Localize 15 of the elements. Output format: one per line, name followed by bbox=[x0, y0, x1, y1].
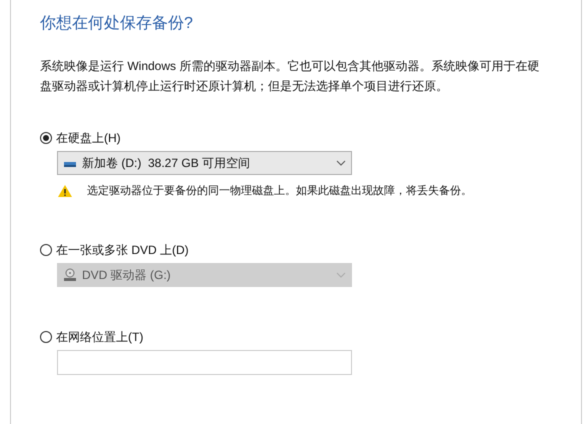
network-path-field[interactable] bbox=[57, 350, 352, 374]
radio-button[interactable] bbox=[40, 330, 52, 342]
chevron-down-icon bbox=[336, 272, 346, 278]
page-title: 你想在何处保存备份? bbox=[40, 14, 194, 34]
dropdown-value: 新加卷 (D:) 38.27 GB 可用空间 bbox=[82, 155, 252, 172]
warning-text: 选定驱动器位于要备份的同一物理磁盘上。如果此磁盘出现故障，将丢失备份。 bbox=[87, 184, 472, 199]
chevron-down-icon bbox=[336, 160, 346, 166]
warning-icon bbox=[57, 184, 73, 198]
option-label[interactable]: 在硬盘上(H) bbox=[56, 129, 121, 147]
dropdown-value: DVD 驱动器 (G:) bbox=[82, 266, 172, 284]
option-label[interactable]: 在网络位置上(T) bbox=[56, 328, 144, 346]
disc-drive-icon bbox=[63, 268, 77, 282]
description-text: 系统映像是运行 Windows 所需的驱动器副本。它也可以包含其他驱动器。系统映像可用于在硬盘驱动器或计算机停止运行时还原计算机；但是无法选择单个项目进行还原。 bbox=[40, 58, 540, 95]
drive-dropdown[interactable]: 新加卷 (D:) 38.27 GB 可用空间 bbox=[57, 151, 352, 175]
radio-button[interactable] bbox=[40, 132, 52, 144]
